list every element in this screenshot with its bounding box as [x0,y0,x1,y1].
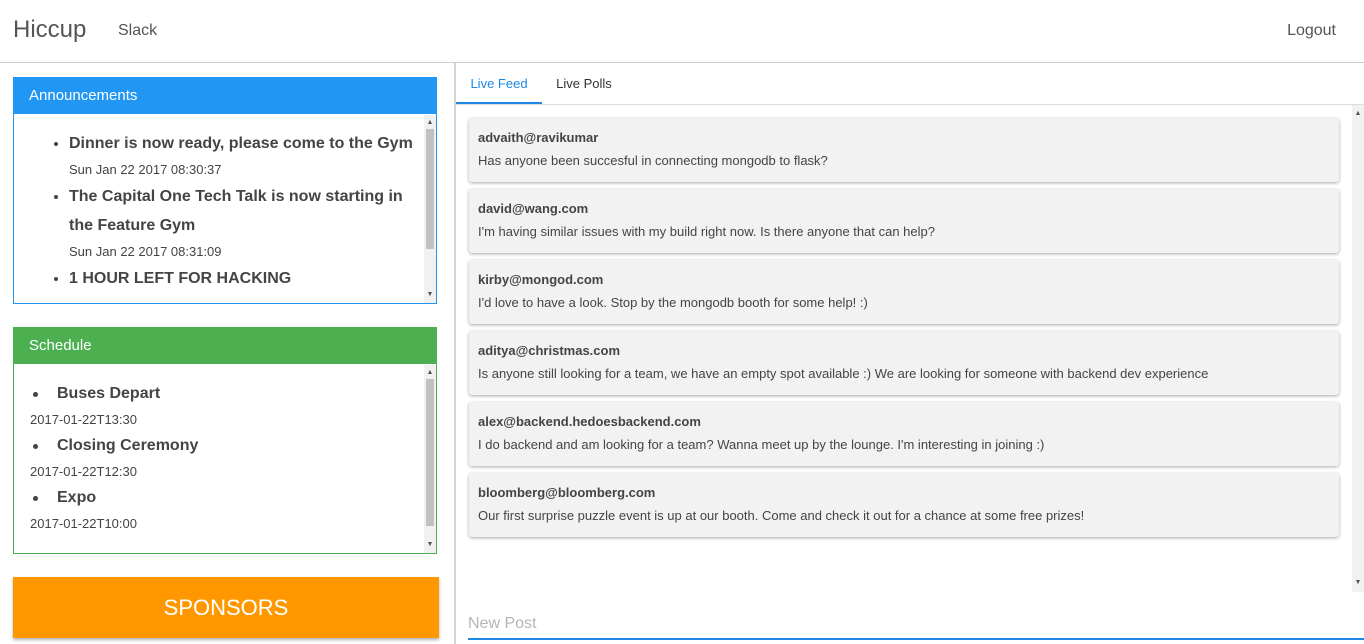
feed-post: alex@backend.hedoesbackend.com I do back… [469,402,1339,466]
announcements-scrollbar[interactable]: ▲ ▼ [424,115,436,303]
scroll-thumb[interactable] [426,379,434,526]
schedule-title: Schedule [14,328,436,364]
slack-link[interactable]: Slack [118,22,157,40]
brand-title[interactable]: Hiccup [13,16,86,44]
post-message: I'm having similar issues with my build … [478,224,935,239]
schedule-event-name: Buses Depart [30,379,424,408]
announcement-text: 1 HOUR LEFT FOR HACKING [69,270,292,287]
feed-scrollbar[interactable]: ▲ ▼ [1352,105,1364,592]
announcement-text: The Capital One Tech Talk is now startin… [69,188,403,234]
announcements-panel: Announcements Dinner is now ready, pleas… [13,77,437,304]
top-navbar: Hiccup Slack Logout [0,0,1364,63]
post-author: bloomberg@bloomberg.com [478,485,656,500]
scroll-up-icon[interactable]: ▲ [424,117,436,129]
live-feed[interactable]: advaith@ravikumar Has anyone been succes… [456,105,1364,592]
scroll-thumb[interactable] [426,129,434,249]
post-author: kirby@mongod.com [478,272,604,287]
announcements-list[interactable]: Dinner is now ready, please come to the … [14,115,424,303]
post-message: I do backend and am looking for a team? … [478,437,1045,452]
scroll-down-icon[interactable]: ▼ [424,539,436,551]
post-message: Has anyone been succesful in connecting … [478,153,828,168]
feed-post: aditya@christmas.com Is anyone still loo… [469,331,1339,395]
tab-live-polls[interactable]: Live Polls [542,63,626,104]
announcement-item: 1 HOUR LEFT FOR HACKING [69,264,424,293]
scroll-down-icon[interactable]: ▼ [424,289,436,301]
post-message: Is anyone still looking for a team, we h… [478,366,1209,381]
scroll-down-icon[interactable]: ▼ [1352,577,1364,589]
schedule-scrollbar[interactable]: ▲ ▼ [424,365,436,553]
scroll-up-icon[interactable]: ▲ [1352,108,1364,120]
post-author: alex@backend.hedoesbackend.com [478,414,701,429]
post-message: I'd love to have a look. Stop by the mon… [478,295,868,310]
schedule-event-time: 2017-01-22T10:00 [30,516,137,531]
post-message: Our first surprise puzzle event is up at… [478,508,1085,523]
schedule-list[interactable]: Buses Depart 2017-01-22T13:30 Closing Ce… [14,365,424,553]
announcements-title: Announcements [14,78,436,114]
feed-post: advaith@ravikumar Has anyone been succes… [469,118,1339,182]
feed-tabs: Live Feed Live Polls [456,63,1364,105]
feed-post: kirby@mongod.com I'd love to have a look… [469,260,1339,324]
feed-post: bloomberg@bloomberg.com Our first surpri… [469,473,1339,537]
announcement-item: The Capital One Tech Talk is now startin… [69,182,424,264]
new-post-input[interactable] [468,610,1364,640]
post-author: advaith@ravikumar [478,130,599,145]
announcement-text: Dinner is now ready, please come to the … [69,135,413,152]
announcement-time: Sun Jan 22 2017 08:31:09 [69,244,222,259]
schedule-event-time: 2017-01-22T12:30 [30,464,137,479]
schedule-panel: Schedule Buses Depart 2017-01-22T13:30 C… [13,327,437,554]
schedule-event-name: Expo [30,483,424,512]
announcement-item: Dinner is now ready, please come to the … [69,129,424,182]
schedule-event-time: 2017-01-22T13:30 [30,412,137,427]
scroll-up-icon[interactable]: ▲ [424,367,436,379]
schedule-event-name: Closing Ceremony [30,431,424,460]
announcement-time: Sun Jan 22 2017 08:30:37 [69,162,222,177]
feed-post: david@wang.com I'm having similar issues… [469,189,1339,253]
tab-live-feed[interactable]: Live Feed [456,63,542,104]
post-author: aditya@christmas.com [478,343,621,358]
sponsors-button[interactable]: SPONSORS [13,577,439,638]
post-author: david@wang.com [478,201,589,216]
logout-link[interactable]: Logout [1287,22,1336,40]
